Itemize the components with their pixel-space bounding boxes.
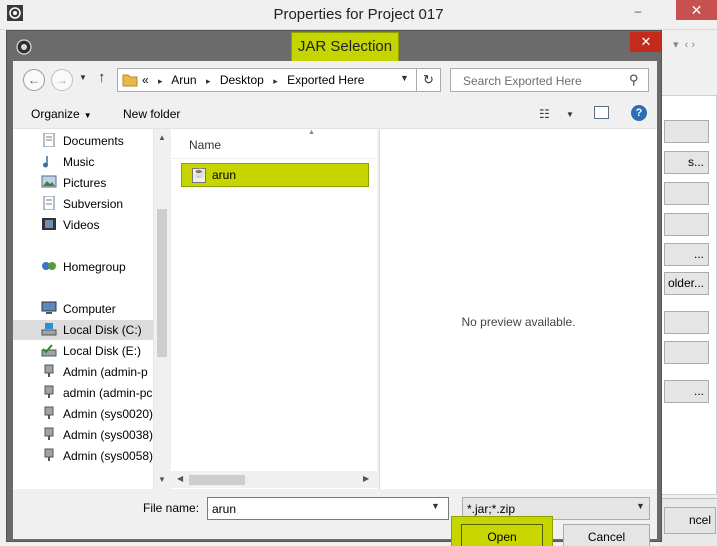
nav-item-admin-admin-pc[interactable]: admin (admin-pc: [41, 383, 167, 403]
breadcrumb-desktop[interactable]: Desktop: [220, 73, 264, 87]
parent-titlebar: Properties for Project 017 – ✕: [0, 0, 717, 30]
parent-button-3[interactable]: [664, 182, 709, 205]
jar-file-icon: [192, 168, 206, 183]
view-caret-icon[interactable]: ▼: [566, 110, 574, 119]
parent-button-9[interactable]: ...: [664, 380, 709, 403]
computer-icon: [41, 301, 57, 314]
parent-window-title: Properties for Project 017: [273, 6, 444, 23]
nav-item-admin-admin-p[interactable]: Admin (admin-p: [41, 362, 167, 382]
sort-ascending-icon: ▲: [308, 129, 315, 136]
network-drive-icon: [44, 364, 54, 377]
nav-item-admin-sys0038[interactable]: Admin (sys0038): [41, 425, 167, 445]
column-name-label: Name: [189, 138, 222, 152]
new-folder-button[interactable]: New folder: [123, 107, 180, 121]
breadcrumb-arun[interactable]: Arun: [171, 73, 196, 87]
organize-label: Organize: [31, 107, 80, 121]
music-icon: [43, 156, 48, 168]
search-placeholder: Search Exported Here: [463, 74, 582, 88]
file-name-field[interactable]: arun: [207, 497, 449, 520]
file-list-horizontal-scrollbar[interactable]: ◀ ▶: [171, 471, 377, 488]
subversion-icon: [43, 196, 55, 210]
dialog-close-button[interactable]: ✕: [630, 32, 662, 52]
forward-button[interactable]: →: [51, 69, 73, 91]
documents-icon: [43, 133, 55, 147]
nav-item-videos[interactable]: Videos: [41, 215, 167, 235]
parent-button-1[interactable]: [664, 120, 709, 143]
address-bar[interactable]: « ▸ Arun ▸ Desktop ▸ Exported Here ▼: [117, 68, 417, 92]
toolbar: Organize ▼ New folder ☷ ▼ ?: [13, 99, 657, 129]
open-button[interactable]: Open: [461, 524, 543, 546]
nav-item-local-disk-e[interactable]: Local Disk (E:): [41, 341, 167, 361]
search-input[interactable]: Search Exported Here ⚲: [450, 68, 649, 92]
search-icon[interactable]: ⚲: [629, 72, 639, 88]
scroll-thumb[interactable]: [157, 209, 167, 357]
dialog-gear-icon: [16, 39, 32, 55]
homegroup-icon: [42, 262, 56, 270]
folder-icon: [122, 74, 138, 87]
scroll-up-icon[interactable]: ▲: [158, 133, 166, 142]
back-button[interactable]: ←: [23, 69, 45, 91]
dialog-title: JAR Selection: [291, 32, 399, 62]
column-header-name[interactable]: Name ▲: [171, 129, 377, 159]
parent-cancel-button[interactable]: ncel: [664, 507, 716, 534]
file-name-chevron-down-icon[interactable]: ▼: [431, 501, 440, 511]
parent-dropdown-control[interactable]: ▾ ‹ ›: [673, 38, 717, 56]
minimize-button[interactable]: –: [631, 4, 645, 18]
navigation-pane: Documents Music Pictures Subversion Vide…: [13, 129, 169, 489]
jar-selection-dialog: JAR Selection ✕ ← → ▼ ↑ « ▸ Arun ▸ Deskt…: [6, 30, 662, 546]
up-arrow-icon[interactable]: ↑: [98, 69, 106, 86]
network-drive-icon: [44, 406, 54, 419]
pictures-icon: [41, 175, 57, 188]
network-drive-icon: [44, 448, 54, 461]
parent-button-7[interactable]: [664, 311, 709, 334]
nav-item-music[interactable]: Music: [41, 152, 167, 172]
dialog-titlebar: JAR Selection ✕: [7, 31, 662, 62]
parent-button-8[interactable]: [664, 341, 709, 364]
nav-item-homegroup[interactable]: Homegroup: [41, 257, 167, 277]
refresh-button[interactable]: ↻: [417, 68, 441, 92]
file-name-label: File name:: [143, 501, 200, 515]
preview-pane-icon[interactable]: [594, 106, 609, 119]
nav-item-computer[interactable]: Computer: [41, 299, 167, 319]
scroll-left-icon[interactable]: ◀: [177, 474, 183, 483]
nav-item-admin-sys0058[interactable]: Admin (sys0058): [41, 446, 167, 466]
breadcrumb: « ▸ Arun ▸ Desktop ▸ Exported Here: [142, 73, 365, 87]
nav-item-pictures[interactable]: Pictures: [41, 173, 167, 193]
list-item[interactable]: arun: [181, 163, 369, 187]
network-drive-icon: [44, 385, 54, 398]
nav-item-admin-sys0020[interactable]: Admin (sys0020): [41, 404, 167, 424]
drive-icon: [41, 344, 57, 357]
file-name-label: arun: [212, 168, 237, 182]
breadcrumb-overflow[interactable]: «: [142, 73, 149, 87]
nav-item-documents[interactable]: Documents: [41, 131, 167, 151]
scroll-down-icon[interactable]: ▼: [158, 475, 166, 484]
parent-button-4[interactable]: [664, 213, 709, 236]
file-type-chevron-down-icon[interactable]: ▼: [636, 501, 645, 511]
breadcrumb-exported-here[interactable]: Exported Here: [287, 73, 364, 87]
videos-icon: [42, 218, 56, 230]
nav-item-local-disk-c[interactable]: Local Disk (C:): [13, 320, 153, 340]
parent-close-button[interactable]: ✕: [676, 0, 717, 20]
help-icon[interactable]: ?: [631, 105, 647, 121]
organize-menu[interactable]: Organize ▼: [31, 107, 92, 121]
scroll-right-icon[interactable]: ▶: [363, 474, 369, 483]
file-list-pane: Name ▲ arun ◀ ▶: [171, 129, 377, 489]
organize-caret-icon: ▼: [83, 111, 92, 120]
cancel-button[interactable]: Cancel: [563, 524, 650, 546]
preview-pane: No preview available.: [379, 129, 657, 489]
horizontal-scroll-thumb[interactable]: [189, 475, 245, 485]
drive-icon: [41, 323, 57, 336]
parent-button-2[interactable]: s...: [664, 151, 709, 174]
nav-item-subversion[interactable]: Subversion: [41, 194, 167, 214]
nav-pane-scrollbar[interactable]: ▲ ▼: [153, 129, 169, 489]
parent-button-6[interactable]: older...: [664, 272, 709, 295]
dialog-body: ← → ▼ ↑ « ▸ Arun ▸ Desktop ▸ Exported He…: [13, 61, 657, 546]
network-drive-icon: [44, 427, 54, 440]
view-list-icon[interactable]: ☷: [539, 107, 550, 121]
parent-button-5[interactable]: ...: [664, 243, 709, 266]
preview-message: No preview available.: [461, 315, 576, 329]
address-history-chevron-icon[interactable]: ▼: [400, 73, 409, 83]
recent-locations-chevron-icon[interactable]: ▼: [79, 73, 87, 82]
